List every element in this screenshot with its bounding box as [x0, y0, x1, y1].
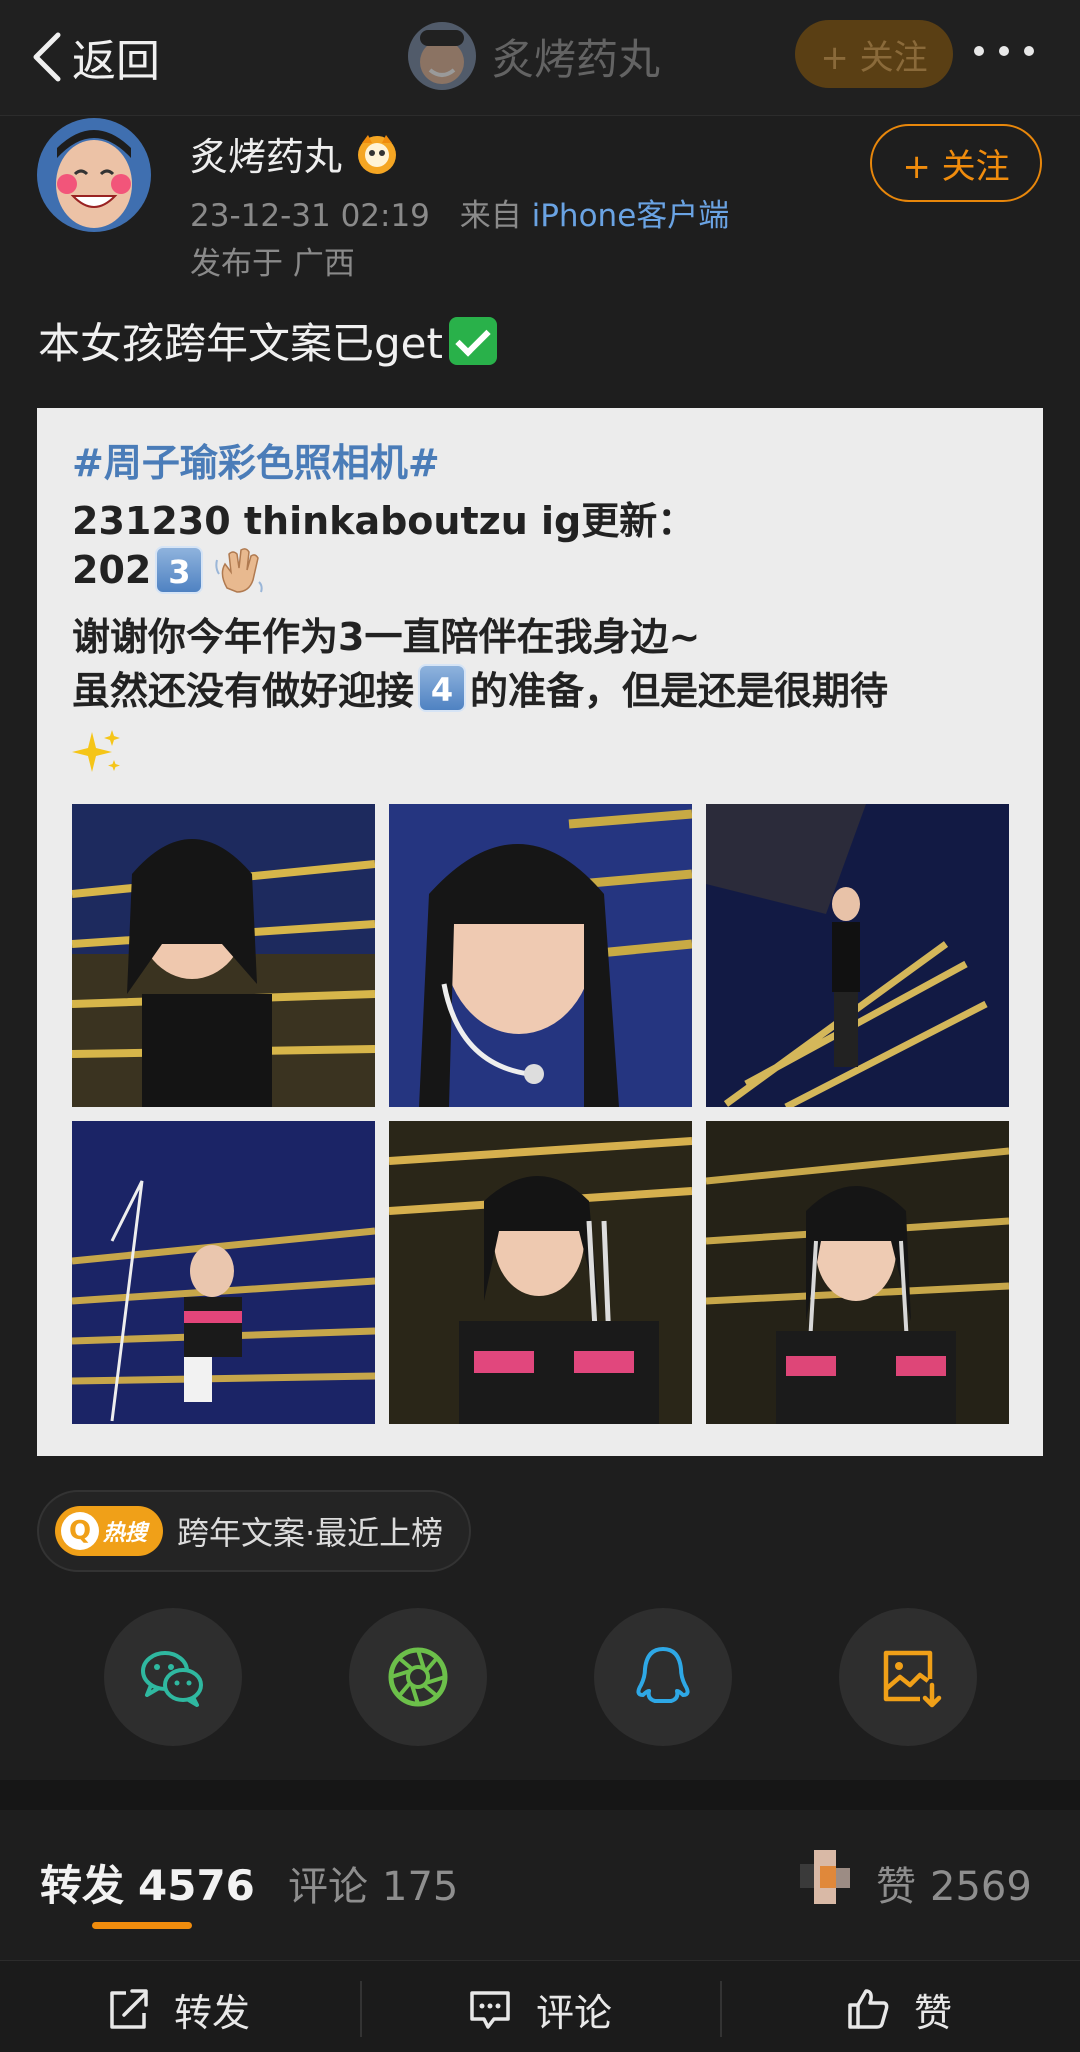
card-line-2-text: 202 — [72, 548, 152, 592]
comment-count: 175 — [382, 1864, 459, 1910]
comment-icon — [470, 1991, 510, 2029]
member-badge-icon — [358, 134, 397, 174]
interaction-stats: 转发 4576 评论 175 赞 2569 — [0, 1810, 1080, 1960]
thumbs-up-icon — [848, 1989, 889, 2029]
author-name-text: 炙烤药丸 — [190, 135, 343, 179]
hot-search-badge: Q 热搜 — [55, 1506, 163, 1556]
repost-button[interactable]: 转发 — [104, 1979, 250, 2039]
photo-2[interactable] — [389, 804, 692, 1107]
post-text-content: 本女孩跨年文案已get — [38, 319, 443, 368]
author-name[interactable]: 炙烤药丸 — [190, 126, 400, 181]
divider — [720, 1981, 722, 2037]
follow-button[interactable]: + 关注 — [870, 124, 1042, 202]
post-location: 发布于 广西 — [190, 246, 355, 282]
nav-avatar — [408, 22, 476, 90]
hot-search-text: 跨年文案·最近上榜 — [177, 1514, 444, 1552]
section-divider — [0, 1780, 1080, 1810]
active-tab-indicator — [92, 1922, 192, 1929]
keycap-4-icon: 4 — [418, 663, 467, 712]
check-mark-emoji-icon — [448, 316, 497, 365]
repost-count: 4576 — [138, 1861, 255, 1910]
liker-avatar[interactable] — [800, 1850, 862, 1904]
moments-icon — [388, 1647, 448, 1707]
divider — [360, 1981, 362, 2037]
nav-follow-button[interactable]: + 关注 — [795, 20, 953, 88]
wechat-icon — [141, 1651, 203, 1707]
save-image-button[interactable] — [839, 1608, 977, 1746]
search-icon: Q — [61, 1512, 99, 1550]
photo-3[interactable] — [706, 804, 1009, 1107]
share-moments-button[interactable] — [349, 1608, 487, 1746]
like-count: 2569 — [930, 1864, 1032, 1910]
qq-icon — [636, 1647, 690, 1703]
share-arrow-icon — [110, 1989, 148, 2029]
top-nav-bar: 返回 炙烤药丸 + 关注 — [0, 0, 1080, 116]
sparkles-icon — [72, 730, 120, 772]
card-line-1: 231230 thinkaboutzu ig更新： — [72, 499, 696, 543]
author-avatar[interactable] — [37, 118, 151, 232]
tab-reposts[interactable]: 转发 4576 — [40, 1852, 255, 1913]
keycap-3-icon: 3 — [155, 546, 204, 594]
bottom-action-bar: 转发 评论 赞 — [0, 1960, 1080, 2052]
post-timestamp: 23-12-31 02:19 — [190, 198, 430, 234]
source-device-link[interactable]: iPhone客户端 — [532, 198, 730, 234]
waving-hand-icon — [215, 548, 263, 593]
card-line-3: 谢谢你今年作为3一直陪伴在我身边~ — [72, 615, 701, 659]
comment-label: 评论 — [288, 1864, 368, 1910]
tab-likes[interactable]: 赞 2569 — [876, 1854, 1032, 1912]
hot-search-pill[interactable]: Q 热搜 跨年文案·最近上榜 — [37, 1490, 472, 1572]
back-label: 返回 — [72, 36, 160, 87]
card-line-4: 虽然还没有做好迎接 4 的准备，但是还是很期待 — [72, 660, 888, 715]
card-hashtag: #周子瑜彩色照相机# — [72, 441, 440, 485]
photo-5[interactable] — [389, 1121, 692, 1424]
share-qq-button[interactable] — [594, 1608, 732, 1746]
comment-button[interactable]: 评论 — [466, 1979, 612, 2039]
comment-button-label: 评论 — [536, 1990, 613, 2035]
card-line-2: 202 3 — [72, 544, 265, 596]
post-image[interactable]: #周子瑜彩色照相机# 231230 thinkaboutzu ig更新： 202… — [37, 408, 1043, 1456]
card-line-4-suffix: 的准备，但是还是很期待 — [470, 669, 889, 713]
post-meta: 23-12-31 02:19 来自 iPhone客户端 — [190, 190, 729, 235]
card-line-4-prefix: 虽然还没有做好迎接 — [72, 669, 415, 713]
source-prefix: 来自 — [459, 198, 522, 234]
photo-1[interactable] — [72, 804, 375, 1107]
photo-grid — [72, 804, 1009, 1424]
save-image-icon — [883, 1650, 942, 1708]
repost-label: 转发 — [40, 1861, 125, 1910]
nav-user-title[interactable]: 炙烤药丸 — [408, 18, 660, 94]
chevron-left-icon — [33, 32, 61, 82]
like-button[interactable]: 赞 — [844, 1979, 952, 2039]
like-button-label: 赞 — [914, 1990, 953, 2035]
post-text: 本女孩跨年文案已get — [38, 310, 497, 371]
tab-comments[interactable]: 评论 175 — [288, 1854, 458, 1912]
like-label: 赞 — [876, 1864, 916, 1910]
repost-button-label: 转发 — [174, 1990, 251, 2035]
photo-6[interactable] — [706, 1121, 1009, 1424]
photo-4[interactable] — [72, 1121, 375, 1424]
more-options-icon[interactable] — [974, 46, 1034, 56]
nav-username: 炙烤药丸 — [492, 34, 661, 84]
back-button[interactable]: 返回 — [28, 22, 160, 92]
hot-search-tag: 热搜 — [103, 1521, 148, 1546]
share-wechat-button[interactable] — [104, 1608, 242, 1746]
